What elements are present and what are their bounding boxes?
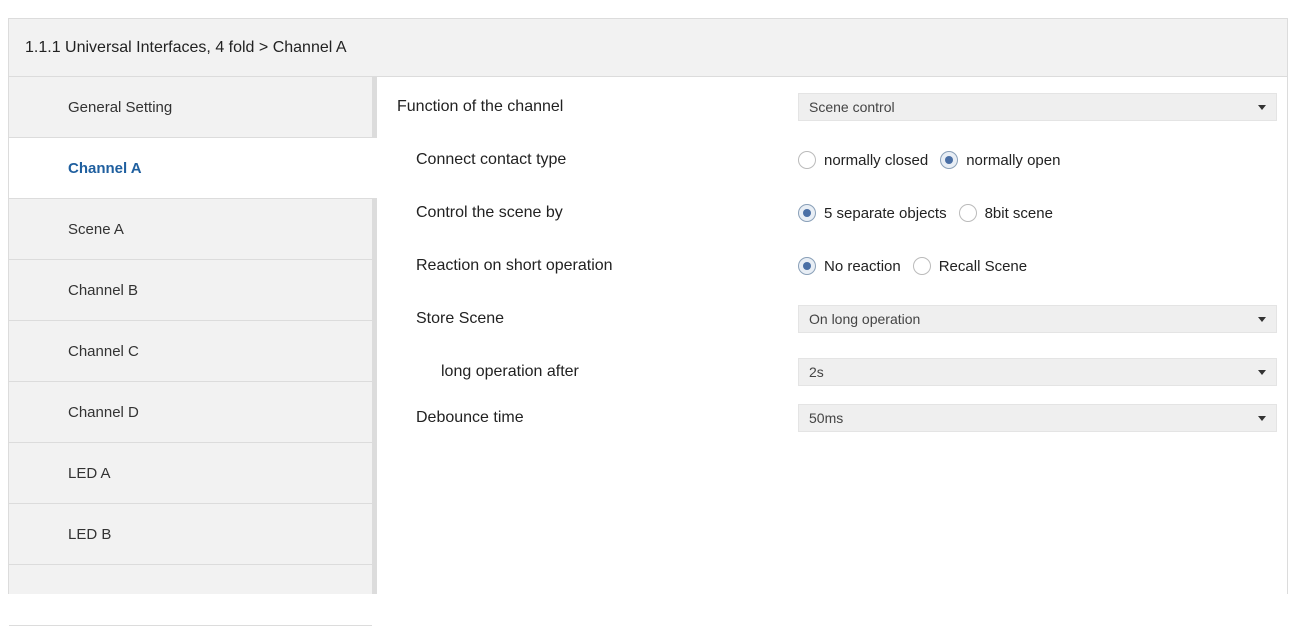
sidebar-item-channel-a[interactable]: Channel A bbox=[9, 138, 377, 199]
radio-label: Recall Scene bbox=[938, 257, 1028, 275]
debounce-select-value: 50ms bbox=[809, 410, 844, 426]
radio-no-reaction[interactable]: No reaction bbox=[798, 257, 901, 275]
radio-label: 5 separate objects bbox=[824, 204, 947, 222]
long-operation-select-value: 2s bbox=[809, 364, 824, 380]
chevron-down-icon bbox=[1258, 317, 1266, 322]
radio-unchecked-icon[interactable] bbox=[912, 257, 931, 275]
radio-label: normally open bbox=[966, 151, 1061, 169]
breadcrumb-title: 1.1.1 Universal Interfaces, 4 fold > Cha… bbox=[9, 19, 1287, 77]
sidebar-item-led-b[interactable]: LED B bbox=[9, 504, 372, 565]
debounce-select[interactable]: 50ms bbox=[798, 404, 1277, 432]
param-row-scene-by: Control the scene by 5 separate objects … bbox=[377, 197, 1287, 229]
store-scene-select-value: On long operation bbox=[809, 311, 921, 327]
radio-label: 8bit scene bbox=[984, 204, 1053, 222]
radio-normally-closed[interactable]: normally closed bbox=[798, 151, 928, 169]
store-scene-select[interactable]: On long operation bbox=[798, 305, 1277, 333]
param-row-debounce: Debounce time 50ms bbox=[377, 402, 1287, 434]
param-row-store: Store Scene On long operation bbox=[377, 303, 1287, 335]
param-row-long-after: long operation after 2s bbox=[377, 356, 1287, 388]
sidebar-item-led-a[interactable]: LED A bbox=[9, 443, 372, 504]
parameter-panel: Function of the channel Scene control Co… bbox=[377, 77, 1287, 594]
radio-recall-scene[interactable]: Recall Scene bbox=[912, 257, 1028, 275]
param-label-function: Function of the channel bbox=[397, 98, 564, 115]
sidebar: General Setting Channel A Scene A Channe… bbox=[9, 77, 377, 626]
radio-unchecked-icon[interactable] bbox=[798, 151, 816, 169]
radio-label: normally closed bbox=[824, 151, 929, 169]
param-row-short-op: Reaction on short operation No reaction … bbox=[377, 250, 1287, 282]
param-label-long-after: long operation after bbox=[441, 363, 579, 380]
radio-label: No reaction bbox=[824, 257, 901, 275]
param-label-store: Store Scene bbox=[416, 310, 505, 327]
sidebar-item-channel-b[interactable]: Channel B bbox=[9, 260, 372, 321]
param-row-function: Function of the channel Scene control bbox=[377, 91, 1287, 123]
param-label-short-op: Reaction on short operation bbox=[416, 257, 613, 274]
chevron-down-icon bbox=[1258, 370, 1266, 375]
sidebar-item-general-setting[interactable]: General Setting bbox=[9, 77, 372, 138]
parameter-window: 1.1.1 Universal Interfaces, 4 fold > Cha… bbox=[8, 18, 1288, 626]
radio-checked-icon[interactable] bbox=[940, 151, 959, 169]
param-label-debounce: Debounce time bbox=[416, 409, 524, 426]
radio-8bit-scene[interactable]: 8bit scene bbox=[958, 204, 1053, 222]
radio-unchecked-icon[interactable] bbox=[958, 204, 977, 222]
radio-checked-icon[interactable] bbox=[798, 204, 816, 222]
radio-normally-open[interactable]: normally open bbox=[940, 151, 1060, 169]
sidebar-item-channel-d[interactable]: Channel D bbox=[9, 382, 372, 443]
chevron-down-icon bbox=[1258, 416, 1266, 421]
radio-checked-icon[interactable] bbox=[798, 257, 816, 275]
param-label-scene-by: Control the scene by bbox=[416, 204, 563, 221]
long-operation-select[interactable]: 2s bbox=[798, 358, 1277, 386]
param-row-contact: Connect contact type normally closed nor… bbox=[377, 144, 1287, 176]
param-label-contact: Connect contact type bbox=[416, 151, 567, 168]
sidebar-item-scene-a[interactable]: Scene A bbox=[9, 199, 372, 260]
radio-5-separate-objects[interactable]: 5 separate objects bbox=[798, 204, 947, 222]
function-select[interactable]: Scene control bbox=[798, 93, 1277, 121]
chevron-down-icon bbox=[1258, 105, 1266, 110]
sidebar-item-more[interactable] bbox=[9, 565, 372, 626]
function-select-value: Scene control bbox=[809, 99, 895, 115]
sidebar-item-channel-c[interactable]: Channel C bbox=[9, 321, 372, 382]
